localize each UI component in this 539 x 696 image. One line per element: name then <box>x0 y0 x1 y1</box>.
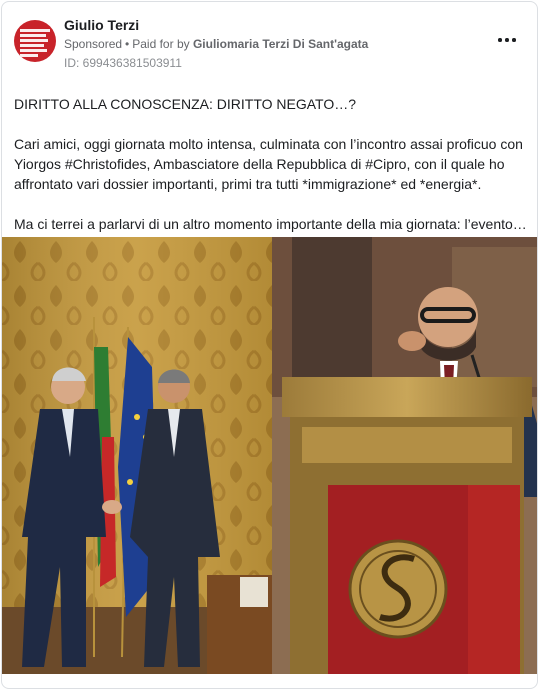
sponsor-line: Sponsored • Paid for by Giuliomaria Terzi … <box>64 37 369 51</box>
sponsored-label: Sponsored <box>64 37 123 51</box>
post-line: affrontato vari dossier importanti, prim… <box>14 176 482 192</box>
post-line-truncated[interactable]: Ma ci terrei a parlarvi di un altro mome… <box>14 214 534 234</box>
ad-card: Giulio Terzi Sponsored • Paid for by Giuli… <box>1 1 538 689</box>
ad-id: ID: 699436381503911 <box>64 56 182 70</box>
paid-for-prefix: Paid for by <box>132 37 190 51</box>
post-image[interactable] <box>2 237 537 674</box>
post-headline: DIRITTO ALLA CONOSCENZA: DIRITTO NEGATO…… <box>14 96 357 112</box>
avatar[interactable] <box>14 20 56 62</box>
post-line: Yiorgos #Christofides, Ambasciatore dell… <box>14 156 505 172</box>
author-name[interactable]: Giulio Terzi <box>64 17 139 33</box>
paid-by-name[interactable]: Giuliomaria Terzi Di Sant'agata <box>193 37 368 51</box>
more-options-icon[interactable] <box>496 32 518 48</box>
post-text: DIRITTO ALLA CONOSCENZA: DIRITTO NEGATO…… <box>14 94 534 234</box>
post-line: Cari amici, oggi giornata molto intensa,… <box>14 136 523 152</box>
logo-lettering <box>20 29 50 59</box>
